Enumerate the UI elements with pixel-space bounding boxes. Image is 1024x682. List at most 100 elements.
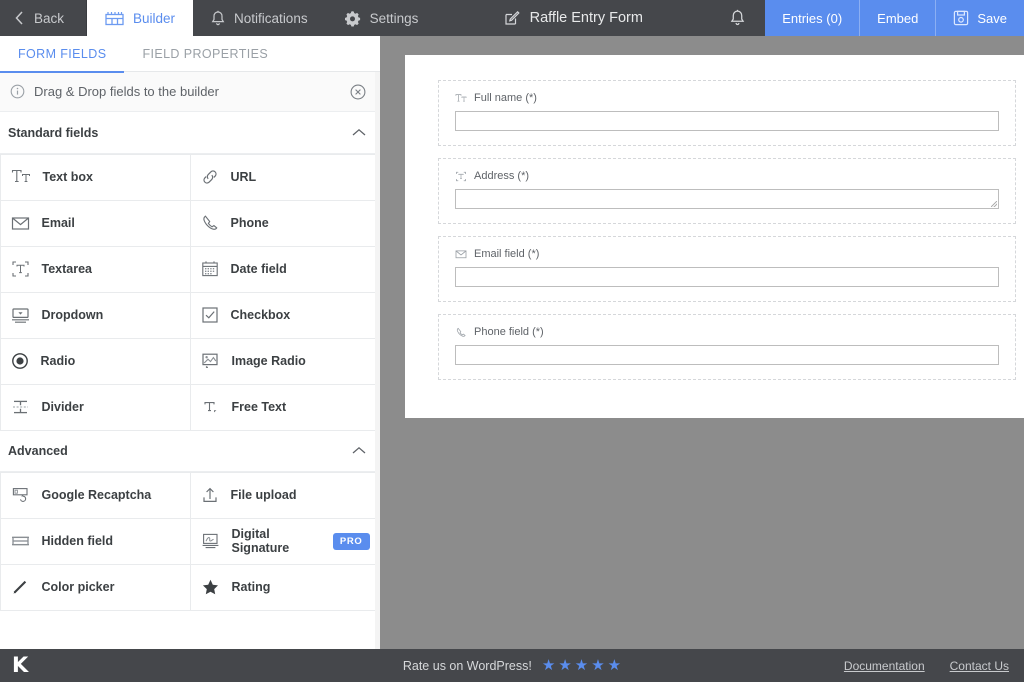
star-icon[interactable]: ★: [608, 658, 621, 673]
contact-us-link[interactable]: Contact Us: [950, 659, 1009, 673]
entries-button[interactable]: Entries (0): [765, 0, 859, 36]
divider-icon: [11, 398, 30, 416]
gear-icon: [344, 10, 361, 27]
save-button[interactable]: Save: [936, 0, 1024, 36]
address-textarea[interactable]: [455, 189, 999, 209]
field-item-color-picker[interactable]: Color picker: [0, 563, 191, 611]
field-item-checkbox[interactable]: Checkbox: [189, 291, 380, 339]
field-item-label: File upload: [230, 488, 297, 502]
canvas-field-label: Phone field (*): [474, 326, 544, 338]
image-radio-icon: [201, 352, 220, 370]
rate-us-label: Rate us on WordPress!: [402, 658, 532, 673]
phone-icon: [455, 327, 467, 338]
field-item-file-upload[interactable]: File upload: [189, 471, 380, 519]
tab-field-properties-label: FIELD PROPERTIES: [142, 47, 269, 61]
canvas-field-email[interactable]: Email field (*): [438, 236, 1016, 302]
panel-tabs: FORM FIELDS FIELD PROPERTIES: [0, 36, 380, 73]
field-item-text-box[interactable]: Text box: [0, 153, 191, 201]
form-canvas[interactable]: Full name (*) Address (*) Email field (*…: [380, 36, 1024, 649]
upload-icon: [201, 486, 219, 504]
drag-drop-hint: Drag & Drop fields to the builder: [0, 72, 380, 112]
notifications-bell-button[interactable]: [710, 0, 765, 36]
field-item-digital-signature[interactable]: Digital Signature PRO: [189, 517, 380, 565]
tab-field-properties[interactable]: FIELD PROPERTIES: [124, 36, 286, 72]
phone-input[interactable]: [455, 345, 999, 365]
envelope-icon: [455, 249, 467, 259]
nav-tab-settings[interactable]: Settings: [326, 0, 437, 36]
documentation-link[interactable]: Documentation: [844, 659, 925, 673]
canvas-field-label: Email field (*): [474, 248, 540, 260]
embed-label: Embed: [877, 10, 919, 26]
field-item-radio[interactable]: Radio: [0, 337, 191, 385]
close-circle-icon[interactable]: [350, 84, 366, 100]
field-item-textarea[interactable]: Textarea: [0, 245, 191, 293]
footer-links: Documentation Contact Us: [844, 659, 1009, 673]
field-item-dropdown[interactable]: Dropdown: [0, 291, 191, 339]
chevron-up-icon[interactable]: [352, 446, 366, 455]
tab-form-fields[interactable]: FORM FIELDS: [0, 36, 125, 73]
field-item-label: Rating: [231, 580, 271, 594]
back-button[interactable]: Back: [0, 0, 88, 36]
topbar-spacer-right: [661, 0, 710, 36]
group-header-standard-fields[interactable]: Standard fields: [0, 112, 380, 154]
star-icon[interactable]: ★: [542, 658, 555, 673]
advanced-fields-grid: Google Recaptcha File upload Hidden fiel…: [0, 471, 380, 611]
field-item-label: Hidden field: [41, 534, 114, 548]
pro-badge: PRO: [332, 532, 370, 550]
canvas-field-address[interactable]: Address (*): [438, 158, 1016, 224]
canvas-field-header: Address (*): [455, 170, 999, 182]
field-item-label: Color picker: [41, 580, 115, 594]
field-item-hidden-field[interactable]: Hidden field: [0, 517, 191, 565]
canvas-field-full-name[interactable]: Full name (*): [438, 80, 1016, 146]
free-text-icon: [201, 398, 220, 416]
checkbox-icon: [201, 306, 219, 324]
nav-tab-notifications[interactable]: Notifications: [193, 0, 326, 36]
canvas-field-label: Address (*): [474, 170, 530, 182]
text-box-icon: [11, 168, 31, 186]
calendar-icon: [201, 260, 219, 278]
embed-button[interactable]: Embed: [860, 0, 935, 36]
field-item-label: Google Recaptcha: [41, 488, 152, 502]
app-root: Back Builder Notifications Settings Raff…: [0, 0, 1024, 682]
group-header-advanced[interactable]: Advanced: [0, 430, 380, 472]
star-icon: [201, 578, 220, 596]
field-item-url[interactable]: URL: [189, 153, 380, 201]
field-item-label: Email: [41, 216, 75, 230]
field-item-label: Radio: [40, 354, 76, 368]
field-item-free-text[interactable]: Free Text: [189, 383, 380, 431]
group-title-standard: Standard fields: [8, 125, 99, 140]
recaptcha-icon: [11, 486, 30, 504]
nav-tab-settings-label: Settings: [369, 10, 419, 26]
field-item-label: Dropdown: [41, 308, 104, 322]
field-item-label: Checkbox: [230, 308, 291, 322]
star-icon[interactable]: ★: [558, 658, 571, 673]
field-item-date-field[interactable]: Date field: [189, 245, 380, 293]
drag-drop-hint-text: Drag & Drop fields to the builder: [34, 84, 219, 99]
field-item-rating[interactable]: Rating: [189, 563, 380, 611]
standard-fields-grid: Text box URL Email Phone Textarea Date f…: [0, 153, 380, 431]
entries-label: Entries (0): [782, 10, 843, 26]
full-name-input[interactable]: [455, 111, 999, 131]
field-item-phone[interactable]: Phone: [189, 199, 380, 247]
canvas-field-header: Phone field (*): [455, 326, 999, 338]
field-item-email[interactable]: Email: [0, 199, 191, 247]
pen-icon: [11, 578, 30, 596]
nav-tab-builder[interactable]: Builder: [87, 0, 194, 36]
star-icon[interactable]: ★: [575, 658, 588, 673]
rating-stars[interactable]: ★ ★ ★ ★ ★: [542, 658, 621, 673]
form-title[interactable]: Raffle Entry Form: [486, 0, 661, 36]
field-item-image-radio[interactable]: Image Radio: [189, 337, 380, 385]
field-item-label: Divider: [41, 400, 84, 414]
chevron-up-icon[interactable]: [352, 128, 366, 137]
field-item-google-recaptcha[interactable]: Google Recaptcha: [0, 471, 191, 519]
field-item-label: Text box: [42, 170, 93, 184]
hidden-field-icon: [11, 533, 30, 549]
left-panel: FORM FIELDS FIELD PROPERTIES Drag & Drop…: [0, 36, 380, 649]
nav-tab-builder-label: Builder: [133, 10, 176, 26]
email-input[interactable]: [455, 267, 999, 287]
field-item-label: URL: [230, 170, 257, 184]
canvas-field-phone[interactable]: Phone field (*): [438, 314, 1016, 380]
bell-icon: [211, 10, 225, 27]
field-item-divider[interactable]: Divider: [0, 383, 191, 431]
star-icon[interactable]: ★: [591, 658, 604, 673]
